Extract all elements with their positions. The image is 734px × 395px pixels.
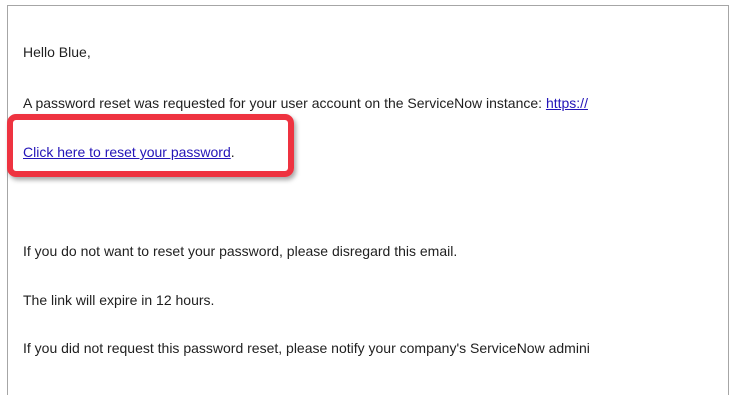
- notify-text: If you did not request this password res…: [23, 340, 590, 356]
- reset-paragraph: Click here to reset your password.: [23, 144, 235, 160]
- disregard-text: If you do not want to reset your passwor…: [23, 243, 458, 259]
- greeting-text: Hello Blue,: [23, 44, 91, 60]
- request-paragraph: A password reset was requested for your …: [23, 95, 588, 111]
- expire-text: The link will expire in 12 hours.: [23, 292, 215, 308]
- email-body: Hello Blue, A password reset was request…: [7, 5, 729, 395]
- request-text: A password reset was requested for your …: [23, 95, 546, 111]
- reset-suffix: .: [230, 144, 235, 160]
- instance-link[interactable]: https://: [546, 95, 588, 111]
- reset-password-link[interactable]: Click here to reset your password: [23, 144, 231, 160]
